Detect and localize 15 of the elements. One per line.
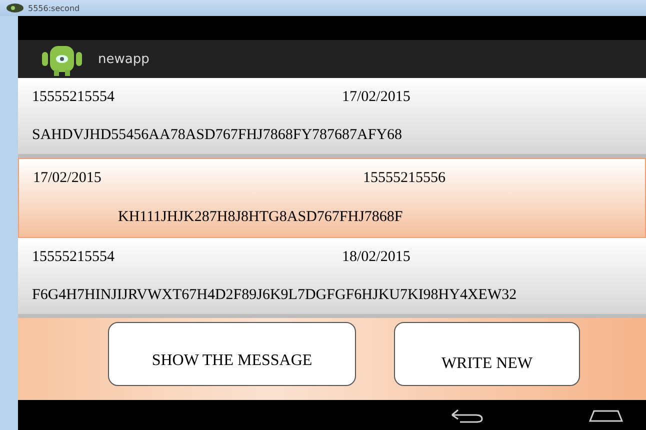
window-title: 5556:second [28, 4, 80, 12]
show-message-button[interactable]: SHOW THE MESSAGE [108, 322, 356, 386]
message-item[interactable]: 17/02/2015 15555215556 KH111JHJK287H8J8HTG8ASD767FHJ7868F [18, 158, 646, 238]
write-new-button[interactable]: WRITE NEW [394, 322, 580, 386]
message-field: 15555215554 [32, 248, 342, 266]
message-text: F6G4H7HINJIJRVWXT67H4D2F89J6K9L7DGFGF6HJKU7KI98HY4XEW32 [32, 286, 518, 304]
message-field: 17/02/2015 [342, 88, 410, 106]
message-field: 15555215554 [32, 88, 342, 106]
message-field: 17/02/2015 [33, 170, 363, 187]
message-field: 15555215556 [363, 170, 446, 187]
message-text: SAHDVJHD55456AA78ASD767FHJ7868FY787687AFY68 [32, 126, 404, 144]
message-text: KH111JHJK287H8J8HTG8ASD767FHJ7868F [117, 209, 404, 226]
emulator-icon [6, 3, 24, 13]
message-field: 18/02/2015 [342, 248, 410, 266]
app-title: newapp [98, 52, 150, 66]
